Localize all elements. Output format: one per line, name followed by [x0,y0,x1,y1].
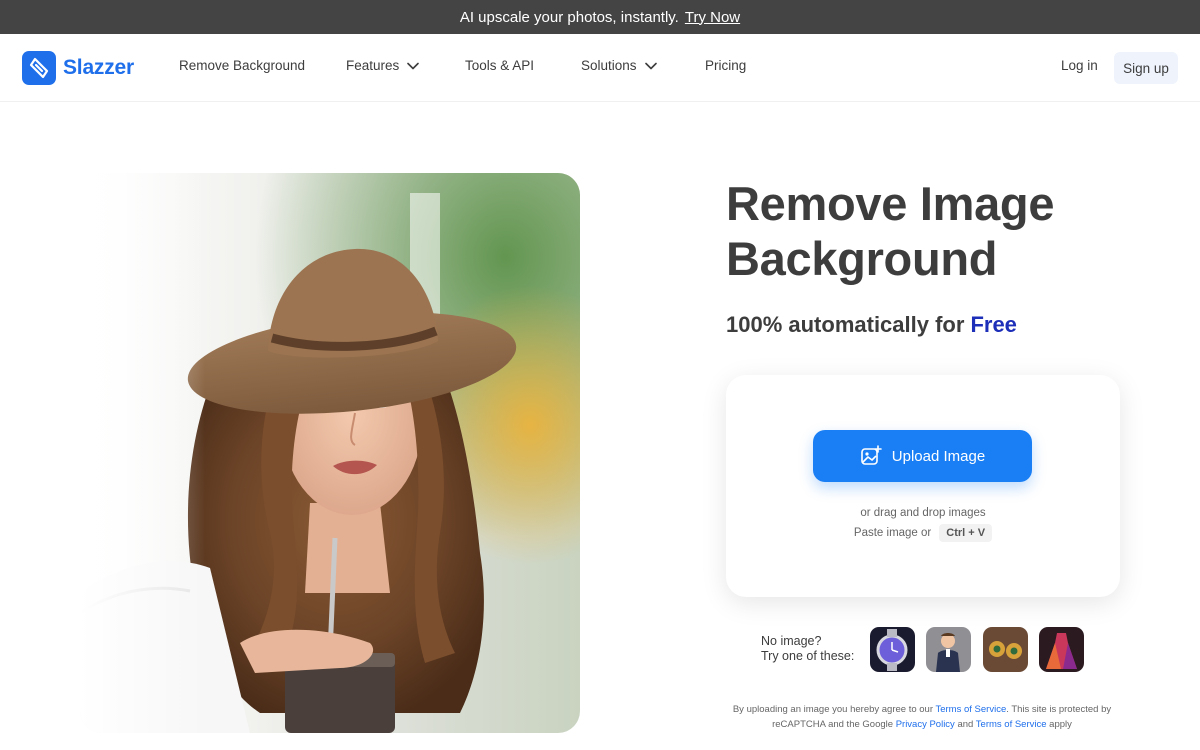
nav-tools-api-label: Tools & API [465,58,535,73]
legal-text-4: apply [1049,719,1072,730]
drag-drop-text: or drag and drop images [860,507,986,519]
logo-text: Slazzer [63,56,134,79]
login-link[interactable]: Log in [1061,58,1098,73]
nav-solutions-label: Solutions [581,58,637,73]
chevron-down-icon [407,58,420,73]
legal-notice: By uploading an image you hereby agree t… [722,702,1122,732]
paste-row: Paste image or Ctrl + V [726,524,1120,542]
chevron-down-icon [644,58,657,73]
try-now-link[interactable]: Try Now [685,9,740,26]
nav-features[interactable]: Features [346,58,420,73]
sample-thumb-watch[interactable] [870,627,915,672]
nav-solutions[interactable]: Solutions [581,58,657,73]
promo-text: AI upscale your photos, instantly. [459,8,679,26]
sample-thumb-dress[interactable] [1039,627,1084,672]
sample-thumb-child[interactable] [926,627,971,672]
nav-pricing-label: Pricing [705,58,747,73]
nav-remove-background[interactable]: Remove Background [179,58,305,73]
signup-button[interactable]: Sign up [1114,52,1178,84]
logo[interactable]: Slazzer [22,51,134,85]
sample-thumb-earrings[interactable] [983,627,1028,672]
paste-text: Paste image or [853,527,932,539]
hero-subtitle-prefix: 100% automatically for [726,312,965,337]
nav-features-label: Features [346,58,400,73]
hero-photo [80,173,580,733]
navbar: Slazzer Remove Background Features Tools… [0,34,1200,102]
nav-pricing[interactable]: Pricing [705,58,746,73]
legal-text-3: and [957,719,974,730]
sample-prompt: No image? Try one of these: [761,634,854,664]
upload-image-button[interactable]: Upload Image [813,430,1032,482]
upload-image-label: Upload Image [891,447,986,465]
nav-tools-api[interactable]: Tools & API [465,58,534,73]
hero-subtitle-free: Free [970,312,1017,337]
hero-title: Remove Image Background [726,177,1055,285]
hero-subtitle: 100% automatically for Free [726,312,1017,338]
sample-prompt-line2: Try one of these: [761,649,855,663]
sample-prompt-line1: No image? [761,634,822,648]
paste-shortcut-badge: Ctrl + V [939,524,993,542]
image-upload-icon [860,445,882,467]
terms-of-service-link[interactable]: Terms of Service [935,704,1006,715]
legal-text-1: By uploading an image you hereby agree t… [732,704,934,715]
nav-remove-background-label: Remove Background [179,58,306,73]
slazzer-logo-icon [22,51,56,85]
privacy-policy-link[interactable]: Privacy Policy [896,719,955,730]
promo-bar: AI upscale your photos, instantly. Try N… [0,0,1200,34]
upload-card[interactable]: Upload Image or drag and drop images Pas… [726,375,1120,597]
terms-of-service-link-2[interactable]: Terms of Service [976,719,1047,730]
